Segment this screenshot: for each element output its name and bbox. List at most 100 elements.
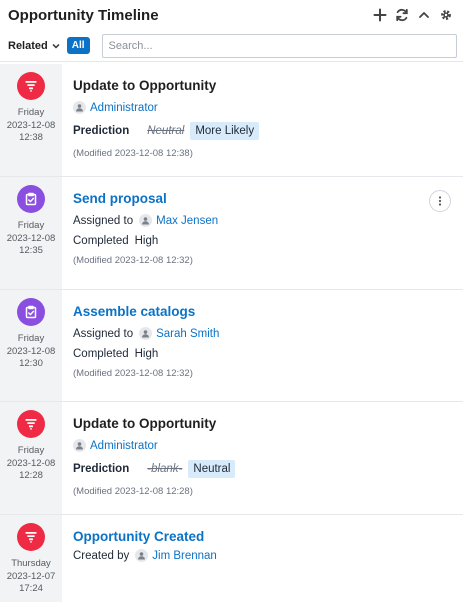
panel-title: Opportunity Timeline [8, 6, 159, 24]
entry-day: Friday [17, 445, 45, 456]
gear-icon[interactable] [439, 8, 453, 22]
user-link[interactable]: Sarah Smith [139, 327, 219, 340]
created-row: Created by Jim Brennan [73, 549, 463, 562]
panel-header: Opportunity Timeline [0, 0, 463, 30]
entry-time: 17:24 [19, 583, 43, 594]
chevron-down-icon [52, 43, 60, 49]
opportunity-created-badge [17, 523, 45, 551]
entry-body: Assemble catalogs Assigned to Sarah Smit… [62, 290, 463, 401]
entry-time: 12:30 [19, 358, 43, 369]
timeline-list: Friday 2023-12-08 12:38 Update to Opport… [0, 64, 463, 602]
entry-title: Update to Opportunity [73, 78, 217, 93]
user-avatar-icon [73, 439, 86, 452]
user-avatar-icon [73, 101, 86, 114]
entry-date: 2023-12-08 [6, 232, 56, 244]
status-row: Completed High [73, 348, 463, 360]
field-label: Prediction [73, 463, 130, 475]
created-label: Created by [73, 549, 130, 562]
new-value: More Likely [190, 122, 260, 140]
filter-bar: Related All [0, 30, 463, 62]
timeline-entry: Friday 2023-12-08 12:28 Update to Opport… [0, 402, 463, 515]
entry-day: Friday [17, 220, 45, 231]
related-dropdown[interactable]: Related [8, 40, 61, 52]
timeline-entry: Friday 2023-12-08 12:35 Send proposal As… [0, 177, 463, 290]
status-text: Completed [73, 235, 129, 247]
plus-icon[interactable] [373, 8, 387, 22]
priority-text: High [134, 348, 159, 360]
status-text: Completed [73, 348, 129, 360]
clipboard-check-icon [25, 192, 37, 206]
modified-text: (Modified 2023-12-08 12:32) [73, 368, 193, 379]
user-name: Sarah Smith [156, 327, 220, 340]
funnel-icon [25, 81, 37, 92]
entry-body: Opportunity Created Created by Jim Brenn… [62, 515, 463, 602]
entry-body: Send proposal Assigned to Max Jensen Com… [62, 177, 463, 289]
timeline-entry: Friday 2023-12-08 12:30 Assemble catalog… [0, 290, 463, 402]
entry-body: Update to Opportunity Administrator Pred… [62, 64, 463, 176]
more-actions-button[interactable] [429, 190, 451, 212]
assigned-row: Assigned to Sarah Smith [73, 327, 463, 340]
priority-text: High [134, 235, 159, 247]
entry-user-row: Administrator [73, 101, 463, 114]
entry-date-column: Friday 2023-12-08 12:30 [0, 290, 62, 401]
opportunity-timeline-panel: Opportunity Timeline Related All Search.… [0, 0, 463, 602]
entry-title-link[interactable]: Opportunity Created [73, 529, 463, 544]
entry-date-column: Friday 2023-12-08 12:38 [0, 64, 62, 176]
status-row: Completed High [73, 235, 463, 247]
user-avatar-icon [135, 549, 149, 562]
entry-date-column: Thursday 2023-12-07 17:24 [0, 515, 62, 602]
old-value: -blank- [147, 463, 183, 475]
opportunity-update-badge [17, 72, 45, 100]
entry-day: Thursday [11, 558, 51, 569]
entry-time: 12:38 [19, 132, 43, 143]
entry-title-link[interactable]: Assemble catalogs [73, 304, 463, 319]
user-link[interactable]: Jim Brennan [135, 549, 217, 562]
prediction-row: Prediction -blank- Neutral [73, 460, 463, 478]
modified-text: (Modified 2023-12-08 12:28) [73, 486, 193, 497]
clipboard-check-icon [25, 305, 37, 319]
user-avatar-icon [139, 214, 153, 227]
entry-day: Friday [17, 333, 45, 344]
task-badge [17, 185, 45, 213]
field-label: Prediction [73, 125, 130, 137]
entry-time: 12:28 [19, 470, 43, 481]
user-avatar-icon [139, 327, 153, 340]
header-toolbar [373, 8, 453, 22]
new-value: Neutral [188, 460, 236, 478]
entry-user-row: Administrator [73, 439, 463, 452]
opportunity-update-badge [17, 410, 45, 438]
assigned-label: Assigned to [73, 214, 134, 227]
entry-date: 2023-12-08 [6, 119, 56, 131]
user-name: Administrator [90, 439, 158, 452]
funnel-icon [25, 419, 37, 430]
user-link[interactable]: Max Jensen [139, 214, 218, 227]
user-link[interactable]: Administrator [73, 101, 158, 114]
prediction-row: Prediction Neutral More Likely [73, 122, 463, 140]
user-link[interactable]: Administrator [73, 439, 158, 452]
entry-time: 12:35 [19, 245, 43, 256]
user-name: Administrator [90, 101, 158, 114]
entry-date-column: Friday 2023-12-08 12:35 [0, 177, 62, 289]
user-name: Max Jensen [156, 214, 219, 227]
assigned-row: Assigned to Max Jensen [73, 214, 463, 227]
entry-date-column: Friday 2023-12-08 12:28 [0, 402, 62, 514]
modified-text: (Modified 2023-12-08 12:38) [73, 148, 193, 159]
entry-body: Update to Opportunity Administrator Pred… [62, 402, 463, 514]
old-value: Neutral [147, 125, 185, 137]
entry-date: 2023-12-07 [6, 570, 56, 582]
entry-title-link[interactable]: Send proposal [73, 191, 463, 206]
timeline-entry: Friday 2023-12-08 12:38 Update to Opport… [0, 64, 463, 177]
entry-date: 2023-12-08 [6, 457, 56, 469]
chevron-up-icon[interactable] [417, 8, 431, 22]
all-filter-button[interactable]: All [66, 37, 90, 54]
refresh-icon[interactable] [395, 8, 409, 22]
related-label: Related [8, 39, 48, 52]
search-input[interactable] [101, 33, 457, 58]
modified-text: (Modified 2023-12-08 12:32) [73, 255, 193, 266]
entry-title: Update to Opportunity [73, 416, 217, 431]
task-badge [17, 298, 45, 326]
funnel-icon [25, 532, 37, 543]
more-vertical-icon [438, 196, 442, 206]
entry-date: 2023-12-08 [6, 345, 56, 357]
timeline-entry: Thursday 2023-12-07 17:24 Opportunity Cr… [0, 515, 463, 602]
